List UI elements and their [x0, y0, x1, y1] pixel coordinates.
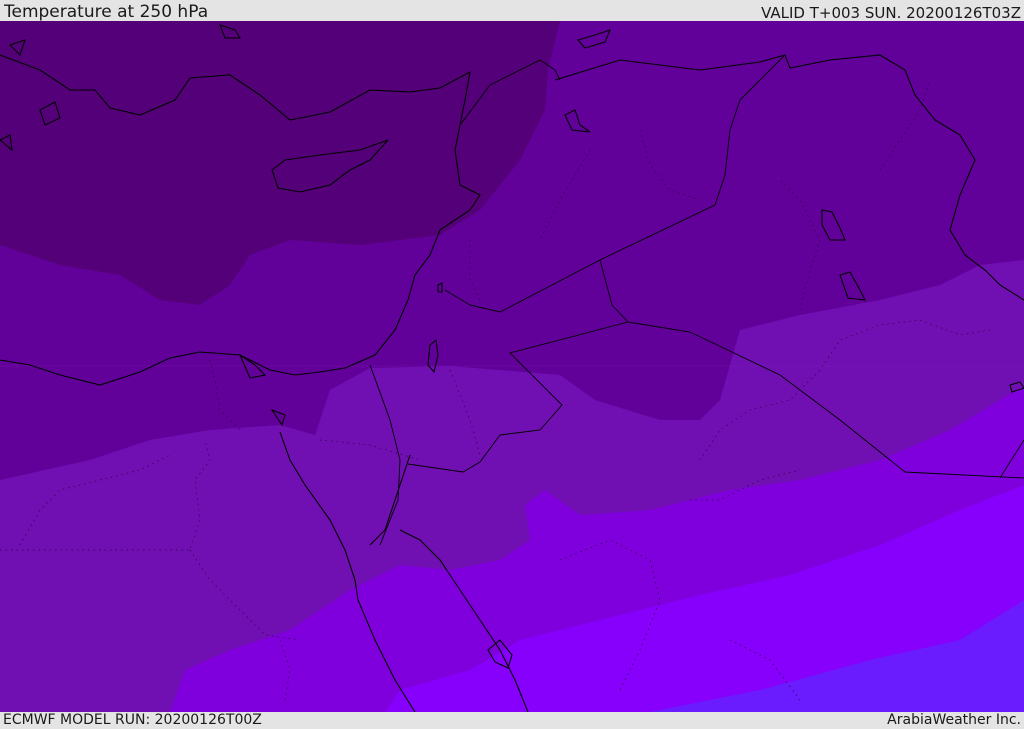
map-title: Temperature at 250 hPa	[4, 2, 209, 22]
header-bar: Temperature at 250 hPa VALID T+003 SUN. …	[0, 0, 1024, 21]
valid-time-label: VALID T+003 SUN. 20200126T03Z	[761, 4, 1021, 22]
brand-credit: ArabiaWeather Inc.	[887, 712, 1021, 728]
temperature-map	[0, 21, 1024, 712]
footer-bar: ECMWF MODEL RUN: 20200126T00Z ArabiaWeat…	[0, 712, 1024, 729]
model-run-label: ECMWF MODEL RUN: 20200126T00Z	[3, 712, 262, 728]
